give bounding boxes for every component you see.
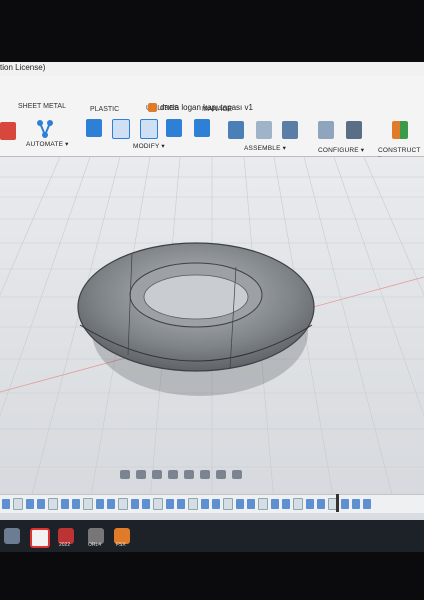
timeline-step-icon[interactable] [223,498,233,510]
ribbon-toolbar: SHEET METAL PLASTIC UTILITIES MANAGE dac… [0,76,424,162]
timeline-step-icon[interactable] [247,499,255,509]
taskbar-app-icon[interactable] [30,528,50,548]
timeline-step-icon[interactable] [96,499,104,509]
3d-viewport[interactable] [0,157,424,502]
create-icon[interactable] [0,122,16,140]
fillet-icon[interactable] [112,119,130,139]
pan-icon[interactable] [152,469,162,479]
group-assemble[interactable]: ASSEMBLE ▾ [244,144,286,152]
tab-sheet-metal[interactable]: SHEET METAL [18,103,66,110]
timeline-step-icon[interactable] [352,499,360,509]
joint-icon[interactable] [256,121,272,139]
configure-icon[interactable] [318,121,334,139]
group-configure[interactable]: CONFIGURE ▾ [318,146,364,154]
timeline-step-icon[interactable] [26,499,34,509]
display-settings-icon[interactable] [200,469,210,479]
timeline-step-icon[interactable] [48,498,58,510]
table-icon[interactable] [346,121,362,139]
timeline-step-icon[interactable] [212,499,220,509]
taskbar-label: FSX [116,542,126,548]
press-pull-icon[interactable] [86,119,102,137]
shell-icon[interactable] [140,119,158,139]
app-screen: tion License) SHEET METAL PLASTIC UTILIT… [0,62,424,552]
construct-plane-icon[interactable] [392,121,408,139]
look-at-icon[interactable] [136,469,146,479]
timeline-step-icon[interactable] [83,498,93,510]
grid-canvas [0,157,424,502]
timeline-step-icon[interactable] [317,499,325,509]
timeline-step-icon[interactable] [293,498,303,510]
timeline-step-icon[interactable] [118,498,128,510]
license-text: tion License) [0,63,46,72]
timeline-step-icon[interactable] [201,499,209,509]
timeline-step-icon[interactable] [177,499,185,509]
viewports-icon[interactable] [232,469,242,479]
timeline-step-icon[interactable] [13,498,23,510]
timeline-step-icon[interactable] [341,499,349,509]
timeline-step-icon[interactable] [72,499,80,509]
automate-svg-icon [37,120,53,138]
fit-icon[interactable] [184,469,194,479]
taskbar-label: 2022 [59,542,71,548]
timeline-step-icon[interactable] [236,499,244,509]
group-modify[interactable]: MODIFY ▾ [133,142,165,150]
tab-plastic[interactable]: PLASTIC [90,106,119,113]
taskbar-label: ORL4 [88,542,102,548]
timeline-step-icon[interactable] [131,499,139,509]
timeline-step-icon[interactable] [282,499,290,509]
new-component-icon[interactable] [228,121,244,139]
timeline-step-icon[interactable] [271,499,279,509]
timeline-step-icon[interactable] [153,498,163,510]
timeline-marker[interactable] [336,494,339,512]
document-cube-icon [148,102,157,112]
document-tab[interactable]: dacia logan kapı tapası v1 [148,100,253,114]
timeline-step-icon[interactable] [107,499,115,509]
timeline-step-icon[interactable] [258,498,268,510]
timeline-step-icon[interactable] [142,499,150,509]
scale-icon[interactable] [194,119,210,137]
timeline-step-icon[interactable] [37,499,45,509]
timeline-step-icon[interactable] [188,498,198,510]
as-built-joint-icon[interactable] [282,121,298,139]
orbit-icon[interactable] [120,469,130,479]
navigation-bar [120,467,242,481]
timeline[interactable] [0,494,424,513]
timeline-step-icon[interactable] [166,499,174,509]
os-taskbar: 2022 ORL4 FSX [0,520,424,552]
combine-icon[interactable] [166,119,182,137]
timeline-step-icon[interactable] [61,499,69,509]
title-bar: tion License) [0,62,424,77]
rubber-plug-model[interactable] [77,242,315,396]
group-automate[interactable]: AUTOMATE ▾ [26,140,69,148]
grid-settings-icon[interactable] [216,469,226,479]
taskbar-app-icon[interactable] [4,528,20,544]
timeline-step-icon[interactable] [2,499,10,509]
timeline-step-icon[interactable] [306,499,314,509]
zoom-icon[interactable] [168,469,178,479]
timeline-step-icon[interactable] [363,499,371,509]
document-title: dacia logan kapı tapası v1 [160,102,253,112]
automate-icon[interactable] [36,119,53,138]
